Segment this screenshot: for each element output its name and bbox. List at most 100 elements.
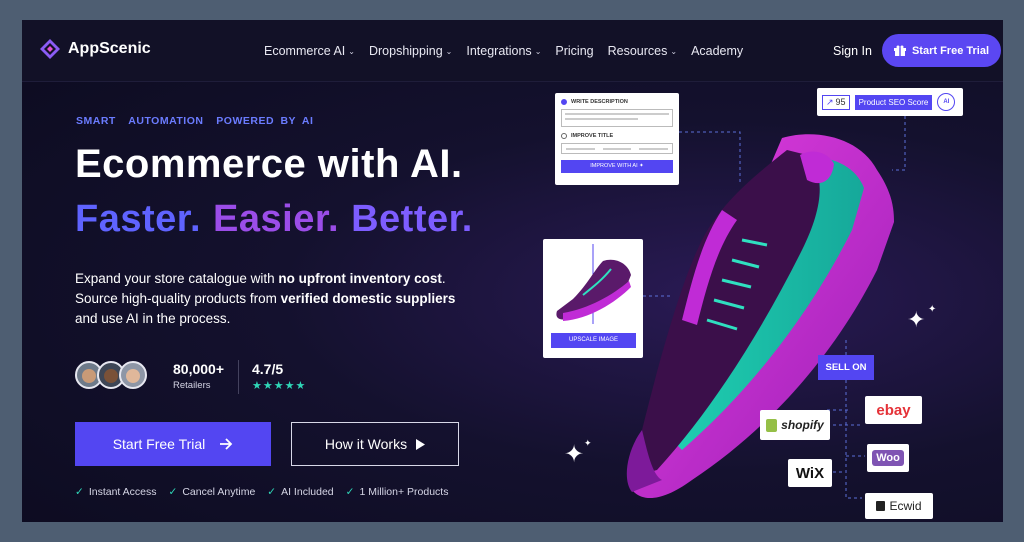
check-icon: ✓ [75,486,84,498]
seo-score-value: 95 [835,97,846,107]
wix-label: WiX [795,464,825,482]
word-easier: Easier. [213,198,340,240]
stat-divider [238,360,239,394]
sparkle-icon: ✦ [564,441,585,468]
ecwid-label: Ecwid [889,499,922,513]
woo-label: Woo [872,450,904,466]
nav-label: Pricing [555,44,594,58]
nav-label: Dropshipping [368,44,443,58]
rating-stars-icon: ★★★★★ [252,380,307,392]
nav-resources[interactable]: Resources ⌄ [608,44,677,58]
sneaker-thumbnail [556,244,631,324]
desc-text: and use AI in the process. [75,311,231,326]
ebay-label: ebay [876,401,911,419]
word-better: Better. [351,198,473,240]
shopify-bag-icon [766,418,778,432]
description-field[interactable] [561,109,673,127]
hero-description: Expand your store catalogue with no upfr… [75,269,475,329]
improve-title-option[interactable]: IMPROVE TITLE [561,133,673,139]
shopify-label: shopify [781,418,824,432]
rating-value: 4.7/5 [252,361,284,377]
nav-label: Ecommerce AI [264,44,346,58]
desc-bold: no upfront inventory cost [278,271,442,286]
upscale-image-button[interactable]: UPSCALE IMAGE [551,333,636,348]
retailers-stat: 80,000+ Retailers [173,361,224,391]
radio-icon [561,99,567,105]
ebay-logo[interactable]: ebay [865,396,922,424]
nav-label: Integrations [466,44,532,58]
appscenic-logo-icon [40,39,60,59]
retailers-label: Retailers [173,380,211,391]
sparkle-icon: ✦ [928,304,937,315]
nav-label: Academy [691,44,744,58]
brand-logo[interactable]: AppScenic [39,38,151,60]
trial-label: Start Free Trial [911,44,990,57]
title-field[interactable] [561,143,673,154]
customer-avatars [75,361,147,389]
ai-icon: AI [937,93,956,111]
ai-description-card: WRITE DESCRIPTION IMPROVE TITLE IMPROVE … [555,93,679,185]
option-label: IMPROVE TITLE [571,133,614,139]
nav-label: Resources [607,44,668,58]
check-item: ✓ Instant Access [75,486,157,498]
chevron-down-icon: ⌄ [534,46,542,56]
rating-stat: 4.7/5 ★★★★★ [252,361,306,392]
top-navbar: AppScenic Ecommerce AI ⌄ Dropshipping ⌄ In… [22,20,1003,82]
seo-score-box: ↗ 95 [822,94,850,110]
nav-academy[interactable]: Academy [691,44,743,58]
ecwid-bag-icon [876,501,886,511]
shopify-logo[interactable]: shopify [760,410,830,440]
main-menu: Ecommerce AI ⌄ Dropshipping ⌄ Integrations… [264,44,757,58]
seo-score-badge: ↗ 95 Product SEO Score AI [817,88,963,116]
word-faster: Faster. [75,198,202,240]
sparkle-icon: ✦ [907,307,926,332]
sign-in-link[interactable]: Sign In [833,44,872,58]
gift-icon [893,45,906,56]
nav-pricing[interactable]: Pricing [555,44,593,58]
sneaker-image [626,134,894,499]
check-label: Cancel Anytime [182,486,256,498]
retailers-count: 80,000+ [173,361,224,377]
arrow-right-icon [220,438,233,450]
radio-icon [561,133,567,139]
avatar [119,361,147,389]
feature-checklist: ✓ Instant Access ✓ Cancel Anytime ✓ AI Incl… [75,486,460,498]
brand-name: AppScenic [68,40,151,57]
check-label: AI Included [281,486,334,498]
check-icon: ✓ [168,486,178,498]
page-frame: AppScenic Ecommerce AI ⌄ Dropshipping ⌄ In… [22,20,1003,522]
check-label: 1 Million+ Products [359,486,449,498]
improve-with-ai-button[interactable]: IMPROVE WITH AI ✦ [561,160,673,173]
chevron-down-icon: ⌄ [670,46,678,56]
hero-tagline: SMART AUTOMATION POWERED BY AI [76,115,314,127]
trial-button-label: Start Free Trial [112,436,206,452]
check-item: ✓ AI Included [267,486,333,498]
check-item: ✓ Cancel Anytime [169,486,256,498]
desc-text: Expand your store catalogue with [75,271,279,286]
check-item: ✓ 1 Million+ Products [346,486,449,498]
write-description-option[interactable]: WRITE DESCRIPTION [561,99,673,105]
woocommerce-logo[interactable]: Woo [867,444,909,472]
sell-on-label: SELL ON [818,355,874,380]
start-free-trial-button[interactable]: Start Free Trial [75,422,271,466]
nav-integrations[interactable]: Integrations ⌄ [466,44,541,58]
option-label: WRITE DESCRIPTION [571,99,628,105]
hero-headline: Ecommerce with AI. [75,142,463,186]
desc-bold: verified domestic suppliers [280,291,456,306]
nav-dropshipping[interactable]: Dropshipping ⌄ [369,44,452,58]
wix-logo[interactable]: WiX [788,459,832,487]
nav-ecommerce-ai[interactable]: Ecommerce AI ⌄ [264,44,355,58]
chevron-down-icon: ⌄ [348,46,355,56]
check-label: Instant Access [88,486,157,498]
upscale-image-card: UPSCALE IMAGE [543,239,643,358]
check-icon: ✓ [267,486,277,498]
ecwid-logo[interactable]: Ecwid [865,493,933,519]
start-free-trial-nav-button[interactable]: Start Free Trial [882,34,1001,67]
how-it-works-button[interactable]: How it Works [291,422,459,466]
check-icon: ✓ [345,486,355,498]
sparkle-icon: ✦ [584,438,592,448]
hero-subheadline: Faster. Easier. Better. [75,198,485,241]
play-icon [416,438,426,450]
chevron-down-icon: ⌄ [445,46,453,56]
trend-up-icon: ↗ [826,96,834,107]
